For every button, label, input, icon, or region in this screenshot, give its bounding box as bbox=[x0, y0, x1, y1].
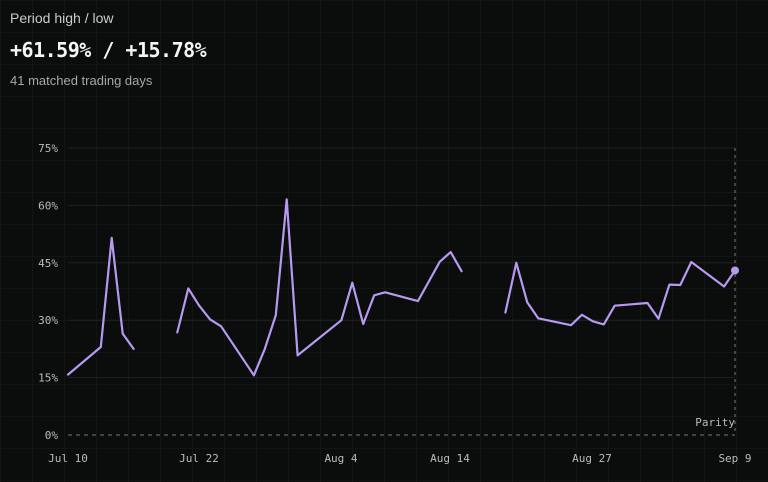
x-tick-label: Sep 9 bbox=[718, 452, 751, 465]
y-tick-label: 60% bbox=[38, 199, 58, 212]
x-tick-label: Aug 27 bbox=[572, 452, 612, 465]
y-tick-label: 45% bbox=[38, 257, 58, 270]
x-tick-label: Aug 4 bbox=[324, 452, 357, 465]
series-line-segment bbox=[176, 198, 463, 377]
series-line-segment bbox=[504, 260, 737, 327]
y-tick-label: 75% bbox=[38, 142, 58, 155]
latest-value-point bbox=[731, 266, 739, 275]
x-tick-label: Jul 10 bbox=[48, 452, 88, 465]
parity-label: Parity bbox=[695, 416, 735, 429]
line-chart: 0% 15% 30% 45% 60% 75% Parity Jul 10 Jul 22 Aug 4… bbox=[38, 142, 751, 465]
y-tick-label: 0% bbox=[45, 429, 59, 442]
series-line-segment bbox=[66, 236, 135, 376]
x-tick-label: Jul 22 bbox=[179, 452, 219, 465]
x-tick-label: Aug 14 bbox=[430, 452, 470, 465]
y-tick-label: 30% bbox=[38, 314, 58, 327]
y-tick-label: 15% bbox=[38, 372, 58, 385]
